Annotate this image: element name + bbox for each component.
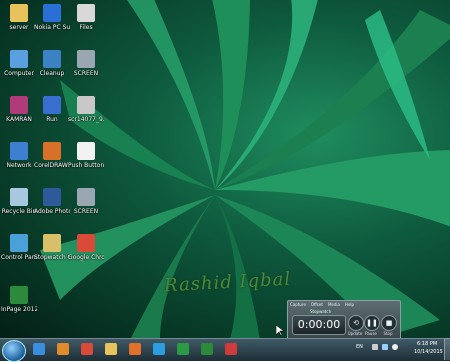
whatsapp-icon (177, 343, 189, 355)
taskbar-app-button[interactable] (52, 340, 74, 359)
desktop-icon[interactable]: Nokia PC Suite (34, 4, 70, 31)
inpage-icon (10, 286, 28, 304)
desktop-icon-label: Network (6, 162, 32, 169)
clock-time[interactable]: 6:18 PM (417, 341, 437, 347)
desktop-icon-label: Nokia PC Suite (34, 24, 70, 31)
run-icon (43, 96, 61, 114)
stopwatch-menu-item[interactable]: Offset (311, 302, 323, 307)
folder-icon (10, 4, 28, 22)
desktop-icon-label: Run (46, 116, 58, 123)
pause-button[interactable]: ❚❚ (364, 315, 380, 331)
desktop-icon[interactable]: Control Panel (1, 234, 37, 261)
desktop-icon[interactable]: Run (34, 96, 70, 123)
taskbar-app-button[interactable] (172, 340, 194, 359)
desktop-icon-label: Adobe Photoshop (34, 208, 70, 215)
desktop-icon[interactable]: Files (68, 4, 104, 31)
desktop-icon[interactable]: scr14077_9... (68, 96, 104, 123)
document-icon (77, 4, 95, 22)
desktop-icon[interactable]: Push Button Commands (68, 142, 104, 169)
nokia-icon (43, 4, 61, 22)
show-desktop-button[interactable] (444, 338, 450, 360)
desktop-icon[interactable]: Adobe Photoshop (34, 188, 70, 215)
taskbar-app-button[interactable] (148, 340, 170, 359)
shortcut-icon (43, 50, 61, 68)
desktop-icon-label: SCREEN (73, 70, 99, 77)
desktop-icon-label: scr14077_9... (68, 116, 104, 123)
desktop-icon-label: Cleanup (39, 70, 65, 77)
user-folder-icon (10, 96, 28, 114)
taskbar-app-button[interactable] (220, 340, 242, 359)
chrome-icon (81, 343, 93, 355)
desktop-icon[interactable]: SCREEN (68, 188, 104, 215)
desktop-icon-label: Computer (4, 70, 34, 77)
desktop-icon[interactable]: KAMRAN (1, 96, 37, 123)
firefox-icon (129, 343, 141, 355)
stopwatch-title: Stopwatch (310, 309, 332, 314)
taskbar-app-button[interactable] (196, 340, 218, 359)
network-icon (10, 142, 28, 160)
mouse-cursor-icon (276, 325, 284, 337)
desktop-icon-label: Files (79, 24, 93, 31)
taskbar-app-button[interactable] (100, 340, 122, 359)
desktop-icon-label: server (9, 24, 29, 31)
tray-flag-icon[interactable] (372, 344, 378, 350)
stopwatch-time-display: 0:00:00 (292, 315, 346, 335)
stopwatch-menu-item[interactable]: Media (328, 302, 340, 307)
photoshop-icon (43, 188, 61, 206)
desktop-icon[interactable]: InPage 2012 (1, 286, 37, 313)
image-file-icon (77, 96, 95, 114)
desktop-icon-label: Push Button Commands (68, 162, 104, 169)
desktop-icon[interactable]: Recycle Bin (1, 188, 37, 215)
stopwatch-widget[interactable]: Capture Offset Media Help Stopwatch 0:00:00… (287, 300, 401, 338)
desktop-icon[interactable]: CorelDRAW X8 (34, 142, 70, 169)
text-file-icon (77, 142, 95, 160)
chrome-icon (77, 234, 95, 252)
update-button[interactable]: ⟲ (348, 315, 364, 331)
stop-button[interactable]: ■ (381, 315, 397, 331)
stopwatch-icon (201, 343, 213, 355)
explorer-icon (105, 343, 117, 355)
clock-date[interactable]: 10/14/2015 (414, 349, 443, 355)
computer-icon (10, 50, 28, 68)
desktop-icon[interactable]: Cleanup (34, 50, 70, 77)
taskbar-app-button[interactable] (76, 340, 98, 359)
stopwatch-menu-item[interactable]: Help (345, 302, 354, 307)
desktop-icon[interactable]: Computer (1, 50, 37, 77)
ie-icon (33, 343, 45, 355)
desktop-icon[interactable]: Google Chrome (68, 234, 104, 261)
network-tray-icon[interactable] (382, 344, 388, 350)
desktop-icon-label: CorelDRAW X8 (34, 162, 70, 169)
desktop-icon-label: Google Chrome (68, 254, 104, 261)
shortcut-icon (43, 234, 61, 252)
update-label: Update (347, 331, 363, 336)
screen-icon (77, 50, 95, 68)
recycle-bin-icon (10, 188, 28, 206)
control-panel-icon (10, 234, 28, 252)
desktop-icon-label: KAMRAN (6, 116, 32, 123)
stopwatch-menu: Capture Offset Media Help (290, 302, 359, 307)
desktop-icon[interactable]: Network (1, 142, 37, 169)
taskbar-app-button[interactable] (124, 340, 146, 359)
desktop-icon[interactable]: Stopwatch Shortcut (34, 234, 70, 261)
desktop-icon[interactable]: server (1, 4, 37, 31)
desktop-icon-label: InPage 2012 (1, 306, 37, 313)
screen-icon (77, 188, 95, 206)
desktop-icon-label: Recycle Bin (1, 208, 37, 215)
pause-label: Pause (365, 331, 377, 336)
desktop-icon-label: Stopwatch Shortcut (34, 254, 70, 261)
skype-icon (153, 343, 165, 355)
desktop-icon-label: SCREEN (73, 208, 99, 215)
taskbar-app-button[interactable] (28, 340, 50, 359)
inpage-icon (225, 343, 237, 355)
desktop[interactable]: server Nokia PC Suite Files Computer Cleanup… (0, 0, 450, 338)
start-button[interactable] (2, 340, 26, 362)
volume-icon[interactable] (392, 344, 398, 350)
language-indicator[interactable]: EN (356, 344, 363, 350)
coreldraw-icon (43, 142, 61, 160)
desktop-icon-label: Control Panel (1, 254, 37, 261)
stop-label: Stop (383, 331, 393, 336)
media-icon (57, 343, 69, 355)
desktop-icon[interactable]: SCREEN (68, 50, 104, 77)
stopwatch-menu-item[interactable]: Capture (290, 302, 306, 307)
